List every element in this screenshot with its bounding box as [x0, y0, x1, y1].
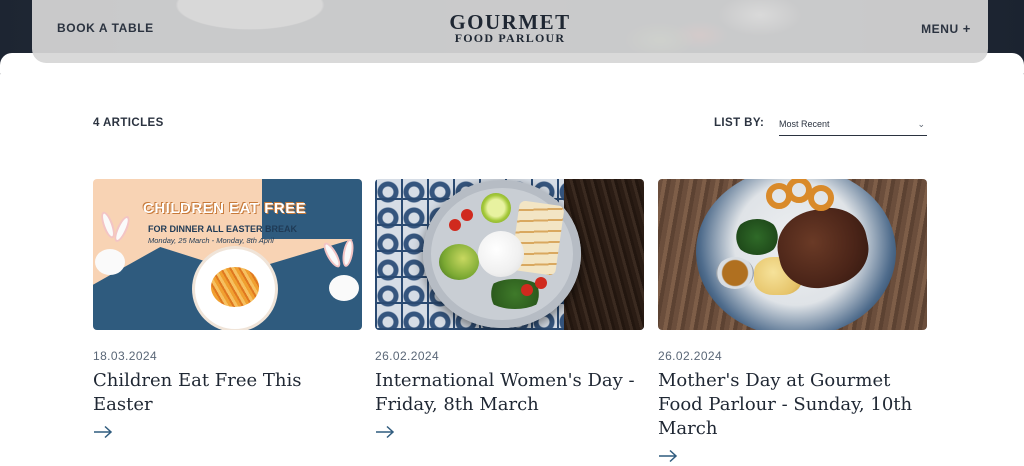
avocado [439, 244, 479, 280]
sort-value: Most Recent [779, 119, 830, 129]
lime [481, 193, 511, 223]
plus-icon: + [962, 21, 971, 36]
book-a-table-link[interactable]: BOOK A TABLE [57, 21, 154, 35]
article-image-salad[interactable] [375, 179, 644, 330]
arrow-right-icon[interactable] [658, 449, 678, 463]
logo-line-2: FOOD PARLOUR [454, 31, 566, 45]
site-logo[interactable]: GOURMET FOOD PARLOUR [442, 12, 578, 45]
article-date: 18.03.2024 [93, 349, 158, 363]
article-image-easter[interactable]: CHILDREN EAT FREE FOR DINNER ALL EASTER … [93, 179, 362, 330]
article-date: 26.02.2024 [375, 349, 440, 363]
tomato [535, 277, 547, 289]
article-date: 26.02.2024 [658, 349, 723, 363]
article-title[interactable]: International Women's Day - Friday, 8th … [375, 369, 644, 417]
site-header: BOOK A TABLE GOURMET FOOD PARLOUR MENU + [32, 0, 988, 63]
arrow-right-icon[interactable] [375, 425, 395, 439]
promo-headline: CHILDREN EAT FREE [143, 200, 307, 217]
tomato [449, 219, 461, 231]
articles-section: 4 ARTICLES LIST BY: Most Recent ⌄ CHILDR… [0, 53, 1024, 466]
sort-select[interactable]: Most Recent ⌄ [779, 116, 927, 136]
pasta [211, 267, 259, 307]
article-card[interactable]: CHILDREN EAT FREE FOR DINNER ALL EASTER … [93, 179, 362, 439]
sort-label: LIST BY: [714, 117, 765, 129]
article-card[interactable]: 26.02.2024 Mother's Day at Gourmet Food … [658, 179, 927, 463]
logo-line-1: GOURMET [449, 10, 571, 34]
arrow-right-icon[interactable] [93, 425, 113, 439]
menu-button[interactable]: MENU + [921, 21, 971, 36]
greens [734, 219, 780, 255]
onion-ring [808, 185, 834, 211]
sauce-pot [716, 257, 754, 289]
article-card[interactable]: 26.02.2024 International Women's Day - F… [375, 179, 644, 439]
menu-label: MENU [921, 22, 959, 36]
article-title[interactable]: Mother's Day at Gourmet Food Parlour - S… [658, 369, 927, 441]
article-title[interactable]: Children Eat Free This Easter [93, 369, 362, 417]
promo-dates: Monday, 25 March - Monday, 8th April [148, 236, 274, 245]
promo-subline: FOR DINNER ALL EASTER BREAK [148, 224, 298, 234]
article-image-steak[interactable] [658, 179, 927, 330]
rice [478, 231, 524, 277]
tomato [521, 284, 533, 296]
chevron-down-icon: ⌄ [917, 119, 925, 129]
tomato [461, 209, 473, 221]
article-count: 4 ARTICLES [93, 117, 164, 129]
